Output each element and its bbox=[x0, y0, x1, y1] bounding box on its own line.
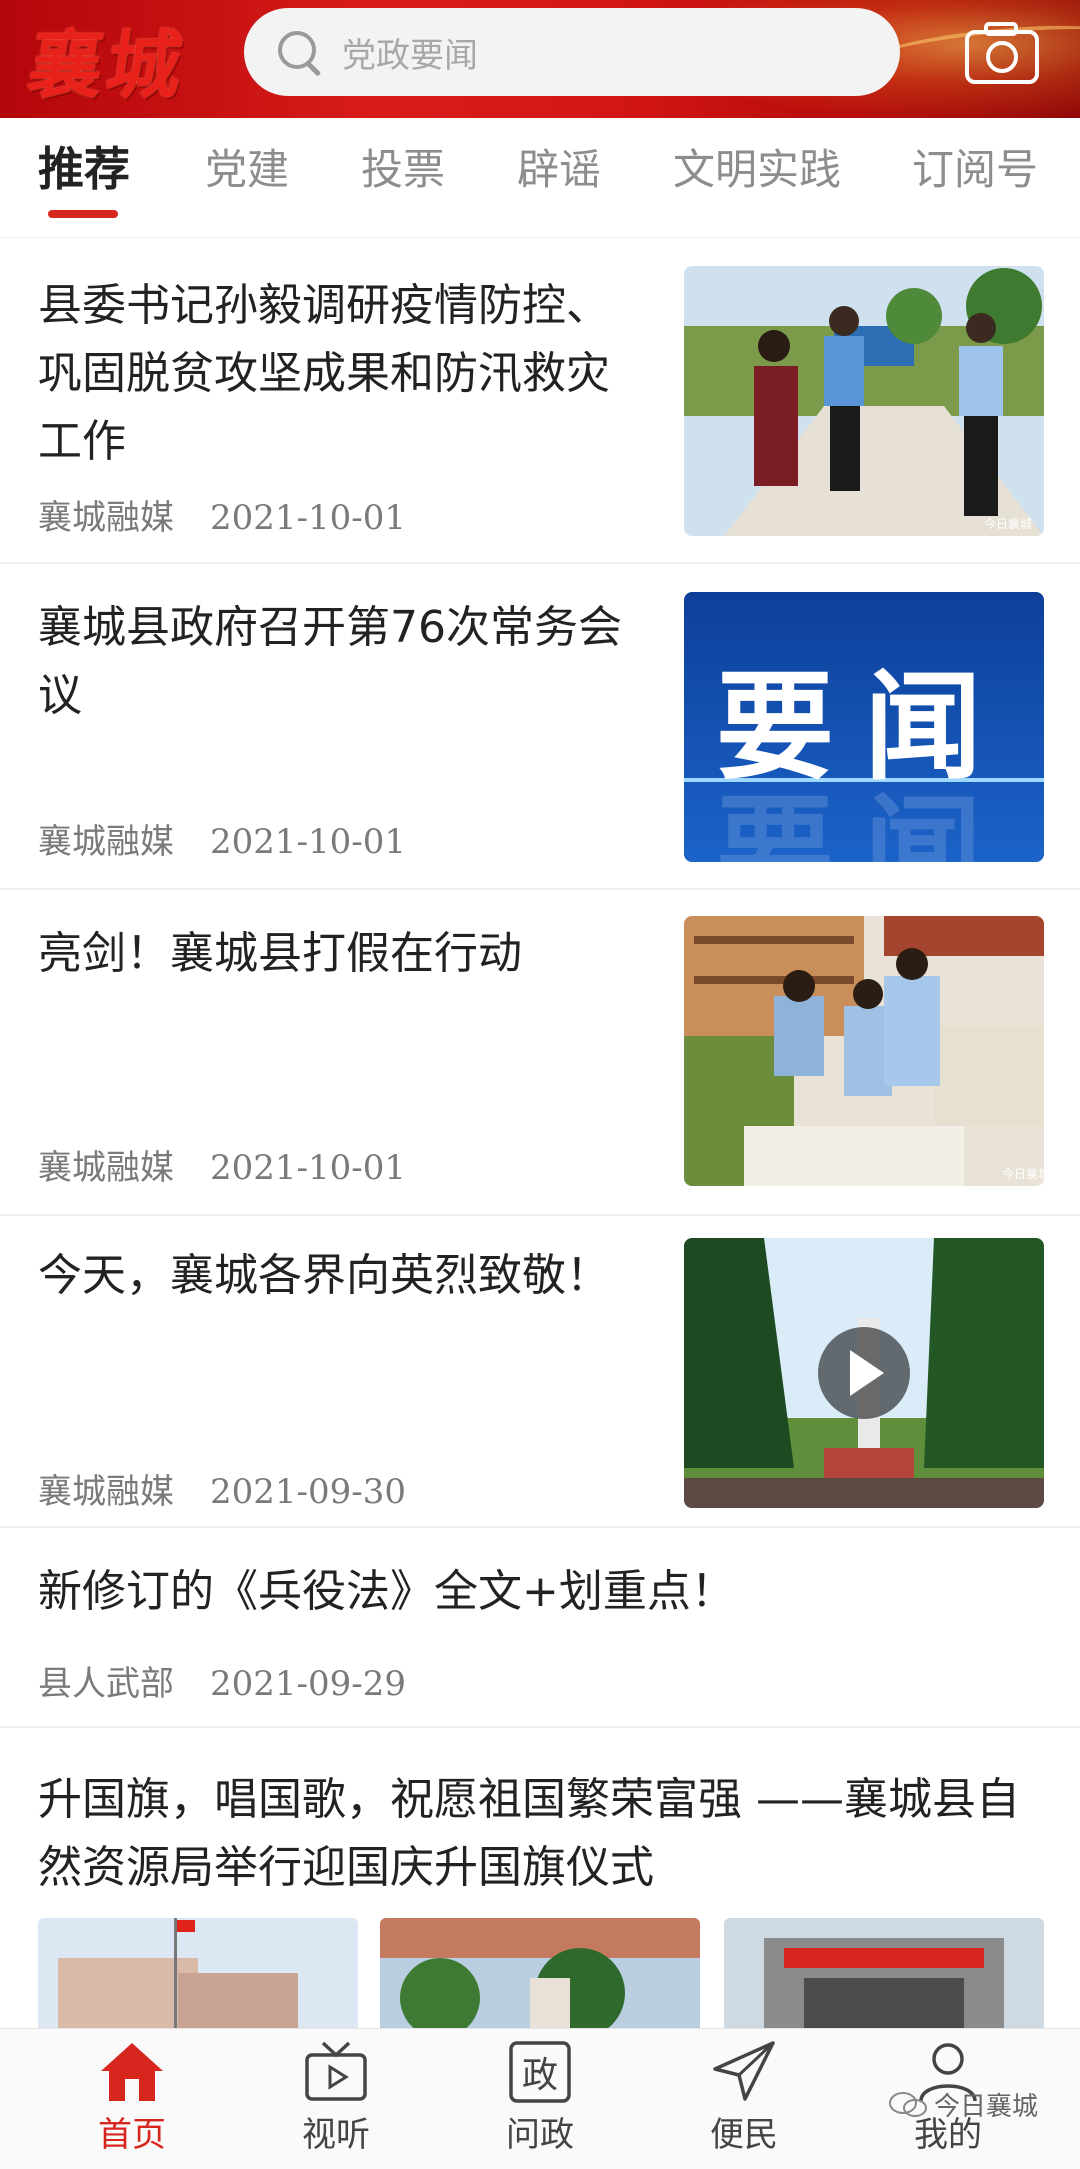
home-icon bbox=[101, 2043, 163, 2101]
thumbnail-watermark: 今日襄城 bbox=[1002, 1166, 1044, 1181]
search-icon bbox=[274, 27, 324, 77]
svg-text:政: 政 bbox=[522, 2055, 558, 2096]
news-source: 襄城融媒 bbox=[38, 498, 174, 538]
zheng-icon: 政 bbox=[509, 2041, 571, 2103]
news-item[interactable]: 新修订的《兵役法》全文+划重点！ 县人武部 2021-09-29 bbox=[0, 1528, 1080, 1728]
search-placeholder: 党政要闻 bbox=[342, 35, 478, 76]
news-date: 2021-10-01 bbox=[210, 1148, 407, 1188]
search-bar[interactable]: 党政要闻 bbox=[244, 8, 900, 96]
news-title[interactable]: 新修订的《兵役法》全文+划重点！ bbox=[38, 1558, 1058, 1626]
nav-label: 问政 bbox=[506, 2115, 574, 2155]
nav-audiovisual[interactable]: 视听 bbox=[266, 2039, 406, 2156]
send-icon bbox=[713, 2041, 775, 2101]
news-item[interactable]: 县委书记孙毅调研疫情防控、巩固脱贫攻坚成果和防汛救灾工作 襄城融媒 2021-10… bbox=[0, 238, 1080, 564]
news-title[interactable]: 襄城县政府召开第76次常务会议 bbox=[38, 594, 638, 730]
news-title[interactable]: 升国旗，唱国歌，祝愿祖国繁荣富强 ——襄城县自然资源局举行迎国庆升国旗仪式 bbox=[38, 1766, 1058, 1902]
thumbnail-headline-reflection: 要闻 bbox=[716, 782, 1012, 862]
news-source: 襄城融媒 bbox=[38, 822, 174, 862]
news-date: 2021-09-30 bbox=[210, 1472, 407, 1512]
nav-home[interactable]: 首页 bbox=[62, 2039, 202, 2156]
news-date: 2021-10-01 bbox=[210, 498, 407, 538]
nav-inquiry[interactable]: 政 问政 bbox=[470, 2039, 610, 2156]
news-meta: 县人武部 2021-09-29 bbox=[38, 1656, 406, 1705]
gallery-thumbnail[interactable] bbox=[724, 1918, 1044, 2028]
news-item[interactable]: 亮剑！襄城县打假在行动 襄城融媒 2021-10-01 今日襄城 bbox=[0, 890, 1080, 1216]
news-source: 襄城融媒 bbox=[38, 1472, 174, 1512]
tab-subscriptions[interactable]: 订阅号 bbox=[912, 136, 1038, 197]
tab-vote[interactable]: 投票 bbox=[361, 136, 445, 197]
news-thumbnail[interactable]: 要闻 要闻 bbox=[684, 592, 1044, 862]
news-meta: 襄城融媒 2021-10-01 bbox=[38, 490, 406, 539]
watermark-text: 今日襄城 bbox=[934, 2092, 1039, 2122]
news-date: 2021-10-01 bbox=[210, 822, 407, 862]
news-source: 襄城融媒 bbox=[38, 1148, 174, 1188]
tab-recommend[interactable]: 推荐 bbox=[38, 133, 130, 199]
active-tab-indicator bbox=[48, 210, 118, 218]
camera-icon[interactable] bbox=[964, 20, 1040, 86]
news-item[interactable]: 今天，襄城各界向英烈致敬！ 襄城融媒 2021-09-30 bbox=[0, 1216, 1080, 1528]
news-meta: 襄城融媒 2021-10-01 bbox=[38, 814, 406, 863]
nav-label: 首页 bbox=[98, 2115, 166, 2155]
news-title[interactable]: 县委书记孙毅调研疫情防控、巩固脱贫攻坚成果和防汛救灾工作 bbox=[38, 272, 638, 476]
news-meta: 襄城融媒 2021-10-01 bbox=[38, 1140, 406, 1189]
category-tabs: 推荐 党建 投票 辟谣 文明实践 订阅号 bbox=[0, 118, 1080, 238]
news-date: 2021-09-29 bbox=[210, 1664, 407, 1704]
nav-convenience[interactable]: 便民 bbox=[674, 2039, 814, 2156]
news-video-thumbnail[interactable] bbox=[684, 1238, 1044, 1508]
news-title[interactable]: 亮剑！襄城县打假在行动 bbox=[38, 920, 638, 988]
news-source: 县人武部 bbox=[38, 1664, 174, 1704]
app-logo[interactable]: 襄城 bbox=[22, 6, 193, 113]
nav-label: 视听 bbox=[302, 2115, 370, 2155]
news-title[interactable]: 今天，襄城各界向英烈致敬！ bbox=[38, 1242, 638, 1310]
tv-play-icon bbox=[305, 2041, 367, 2101]
tab-party-building[interactable]: 党建 bbox=[205, 136, 289, 197]
news-item[interactable]: 襄城县政府召开第76次常务会议 襄城融媒 2021-10-01 要闻 要闻 bbox=[0, 564, 1080, 890]
wechat-watermark: 今日襄城 bbox=[888, 2086, 1038, 2123]
news-meta: 襄城融媒 2021-09-30 bbox=[38, 1464, 406, 1513]
tab-rumor-refute[interactable]: 辟谣 bbox=[517, 136, 601, 197]
news-thumbnail[interactable]: 今日襄城 bbox=[684, 266, 1044, 536]
tab-civilization-practice[interactable]: 文明实践 bbox=[673, 136, 841, 197]
nav-label: 便民 bbox=[710, 2115, 778, 2155]
wechat-icon bbox=[889, 2091, 927, 2117]
news-thumbnail[interactable]: 今日襄城 bbox=[684, 916, 1044, 1186]
thumbnail-watermark: 今日襄城 bbox=[984, 516, 1032, 531]
gallery-thumbnail[interactable] bbox=[38, 1918, 358, 2028]
gallery-thumbnail[interactable] bbox=[380, 1918, 700, 2028]
top-header: 襄城 党政要闻 bbox=[0, 0, 1080, 118]
thumbnail-headline: 要闻 bbox=[716, 658, 1012, 796]
